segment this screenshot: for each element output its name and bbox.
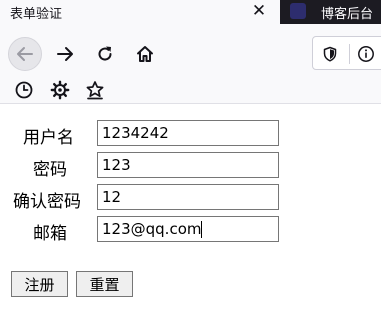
confirm-password-label: 确认密码 — [13, 192, 81, 212]
page-content: 用户名 1234242 密码 123 确认密码 12 邮箱 123@qq.com… — [0, 104, 381, 335]
url-bar[interactable] — [312, 36, 381, 70]
info-icon[interactable] — [357, 45, 375, 63]
reload-icon — [98, 46, 112, 61]
email-input[interactable]: 123@qq.com — [97, 216, 279, 242]
home-icon — [137, 46, 153, 62]
settings-button[interactable] — [49, 79, 71, 101]
url-separator — [349, 44, 350, 64]
home-button[interactable] — [128, 37, 162, 71]
username-value: 1234242 — [102, 124, 169, 142]
bookmark-star-icon — [86, 81, 104, 100]
bookmark-button[interactable] — [84, 79, 106, 101]
username-label: 用户名 — [23, 128, 74, 148]
back-icon — [17, 47, 33, 61]
email-value: 123@qq.com — [102, 220, 202, 238]
username-input[interactable]: 1234242 — [97, 120, 279, 146]
tab-favicon-icon — [290, 3, 306, 19]
back-button[interactable] — [8, 37, 42, 71]
reset-button[interactable]: 重置 — [76, 271, 133, 297]
tab-title: 表单验证 — [10, 7, 63, 22]
reload-button[interactable] — [88, 37, 122, 71]
register-button[interactable]: 注册 — [11, 271, 68, 297]
history-icon — [15, 81, 33, 99]
shield-icon[interactable] — [321, 45, 339, 63]
email-label: 邮箱 — [33, 224, 67, 244]
password-label: 密码 — [33, 160, 67, 180]
navigation-bar — [0, 24, 381, 82]
tab-bar: 表单验证 ✕ 博客后台 — [0, 0, 381, 24]
confirm-password-value: 12 — [102, 188, 122, 206]
tab-active[interactable]: 表单验证 ✕ — [0, 0, 280, 24]
tab-inactive-title: 博客后台 — [321, 7, 374, 22]
password-value: 123 — [102, 156, 131, 174]
text-caret — [201, 221, 203, 238]
history-button[interactable] — [13, 79, 35, 101]
confirm-password-input[interactable]: 12 — [97, 184, 279, 210]
tab-inactive[interactable]: 博客后台 — [280, 0, 381, 24]
secondary-toolbar — [0, 76, 381, 104]
forward-icon — [57, 47, 73, 61]
forward-button[interactable] — [48, 37, 82, 71]
gear-icon — [50, 80, 70, 100]
tab-close-icon[interactable]: ✕ — [249, 0, 269, 22]
password-input[interactable]: 123 — [97, 152, 279, 178]
